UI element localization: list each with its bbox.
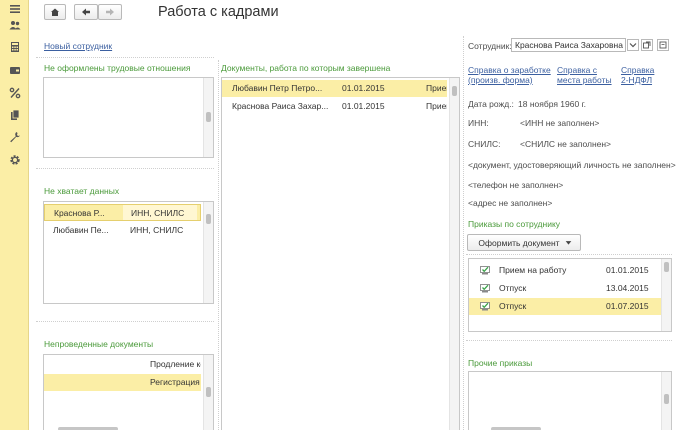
percent-icon[interactable] (7, 86, 22, 100)
home-button[interactable] (44, 4, 66, 20)
document-name: Регистрация г (150, 377, 201, 387)
open-button[interactable] (641, 39, 653, 51)
wallet-icon[interactable] (7, 63, 22, 77)
snils-value: <СНИЛС не заполнен> (520, 139, 612, 149)
employee-name: Любавин Петр Петро... (232, 83, 323, 93)
list-item[interactable]: Регистрация г (44, 374, 201, 391)
select-button[interactable] (627, 39, 639, 51)
document-name: Продление ко (150, 359, 201, 369)
other-orders-title: Прочие приказы (468, 358, 533, 368)
divider (463, 36, 464, 430)
address-value: <адрес не заполнен> (468, 198, 553, 208)
work-certificate-link[interactable]: Справка с (557, 65, 597, 75)
document-date: 01.01.2015 (342, 101, 385, 111)
arrow-left-icon (82, 8, 90, 16)
table-row[interactable]: Любавин Пе... ИНН, СНИЛС (44, 222, 201, 239)
table-row[interactable]: Краснова Р... ИНН, СНИЛС (44, 204, 201, 221)
salary-certificate-link[interactable]: Справка о заработке (468, 65, 551, 75)
people-icon[interactable] (7, 18, 22, 32)
make-document-label: Оформить документ (478, 237, 560, 248)
scrollbar[interactable] (661, 259, 671, 331)
employee-orders-title: Приказы по сотруднику (468, 219, 561, 229)
posted-document-icon (480, 302, 490, 311)
table-row[interactable]: Краснова Раиса Захар... 01.01.2015 Прием (222, 98, 447, 115)
missing-data-title: Не хватает данных (44, 186, 120, 196)
order-date: 01.01.2015 (606, 265, 649, 275)
missing-data-list[interactable]: Краснова Р... ИНН, СНИЛС Любавин Пе... И… (43, 201, 214, 304)
scrollbar[interactable] (203, 202, 213, 303)
open-icon (643, 41, 651, 49)
work-certificate-link-line2[interactable]: места работы (557, 75, 612, 85)
home-icon (51, 8, 59, 16)
arrow-right-icon (106, 8, 114, 16)
other-orders-list[interactable] (468, 371, 672, 430)
birth-date-value: 18 ноября 1960 г. (518, 99, 586, 109)
identity-document-value: <документ, удостоверяющий личность не за… (468, 160, 676, 170)
table-row[interactable]: Любавин Петр Петро... 01.01.2015 Прием (222, 80, 447, 97)
missing-fields: ИНН, СНИЛС (123, 205, 197, 220)
completed-documents-title: Документы, работа по которым завершена (221, 63, 391, 73)
divider (36, 168, 214, 169)
document-type: Прием (426, 83, 447, 93)
phone-value: <телефон не заполнен> (468, 180, 564, 190)
employee-name: Любавин Пе... (53, 225, 109, 235)
order-date: 13.04.2015 (606, 283, 649, 293)
no-labor-relations-title: Не оформлены трудовые отношения (44, 63, 191, 73)
employee-name: Краснова Раиса Захар... (232, 101, 329, 111)
divider (36, 57, 214, 58)
documents-icon[interactable] (7, 108, 22, 122)
unposted-documents-list[interactable]: Продление ко Регистрация г (43, 354, 214, 430)
list-item[interactable]: Продление ко (44, 356, 201, 373)
scrollbar[interactable] (203, 78, 213, 157)
divider (218, 60, 219, 430)
ndfl-certificate-link[interactable]: Справка (621, 65, 654, 75)
table-row[interactable]: Отпуск 13.04.2015 (469, 280, 661, 297)
employee-name: Краснова Р... (54, 208, 105, 218)
inn-value: <ИНН не заполнен> (520, 118, 600, 128)
ndfl-certificate-link-line2[interactable]: 2-НДФЛ (621, 75, 652, 85)
calculator-icon[interactable] (7, 40, 22, 54)
posted-document-icon (480, 266, 490, 275)
new-employee-link[interactable]: Новый сотрудник (44, 41, 112, 51)
chevron-down-icon (629, 43, 637, 48)
gear-icon[interactable] (7, 153, 22, 167)
menu-icon[interactable] (7, 2, 22, 16)
table-row[interactable]: Отпуск 01.07.2015 (469, 298, 661, 315)
document-type: Прием (426, 101, 447, 111)
forward-button[interactable] (98, 4, 122, 20)
scrollbar[interactable] (203, 355, 213, 430)
employee-label: Сотрудник: (468, 41, 512, 51)
scrollbar[interactable] (661, 372, 671, 430)
history-icon (659, 41, 667, 49)
scrollbar[interactable] (449, 78, 459, 430)
divider (466, 340, 672, 341)
posted-document-icon (480, 284, 490, 293)
missing-fields: ИНН, СНИЛС (130, 225, 184, 235)
make-document-button[interactable]: Оформить документ (467, 234, 581, 251)
no-labor-relations-list[interactable] (43, 77, 214, 158)
back-button[interactable] (74, 4, 98, 20)
divider (466, 254, 672, 255)
order-name: Отпуск (499, 283, 527, 293)
order-name: Отпуск (499, 301, 527, 311)
page-title: Работа с кадрами (158, 4, 279, 20)
table-row[interactable]: Прием на работу 01.01.2015 (469, 262, 661, 279)
wrench-icon[interactable] (7, 130, 22, 144)
completed-documents-list[interactable]: Любавин Петр Петро... 01.01.2015 Прием К… (221, 77, 460, 430)
divider (36, 321, 214, 322)
snils-label: СНИЛС: (468, 139, 501, 149)
history-button[interactable] (657, 39, 669, 51)
dropdown-arrow-icon (565, 241, 572, 245)
salary-certificate-link-line2[interactable]: (произв. форма) (468, 75, 533, 85)
birth-date-label: Дата рожд.: (468, 99, 514, 109)
employee-field[interactable]: Краснова Раиса Захаровна (511, 38, 626, 52)
employee-orders-list[interactable]: Прием на работу 01.01.2015 Отпуск 13.04.… (468, 258, 672, 332)
inn-label: ИНН: (468, 118, 489, 128)
document-date: 01.01.2015 (342, 83, 385, 93)
sections-panel (0, 0, 29, 430)
order-date: 01.07.2015 (606, 301, 649, 311)
unposted-documents-title: Непроведенные документы (44, 339, 154, 349)
order-name: Прием на работу (499, 265, 567, 275)
